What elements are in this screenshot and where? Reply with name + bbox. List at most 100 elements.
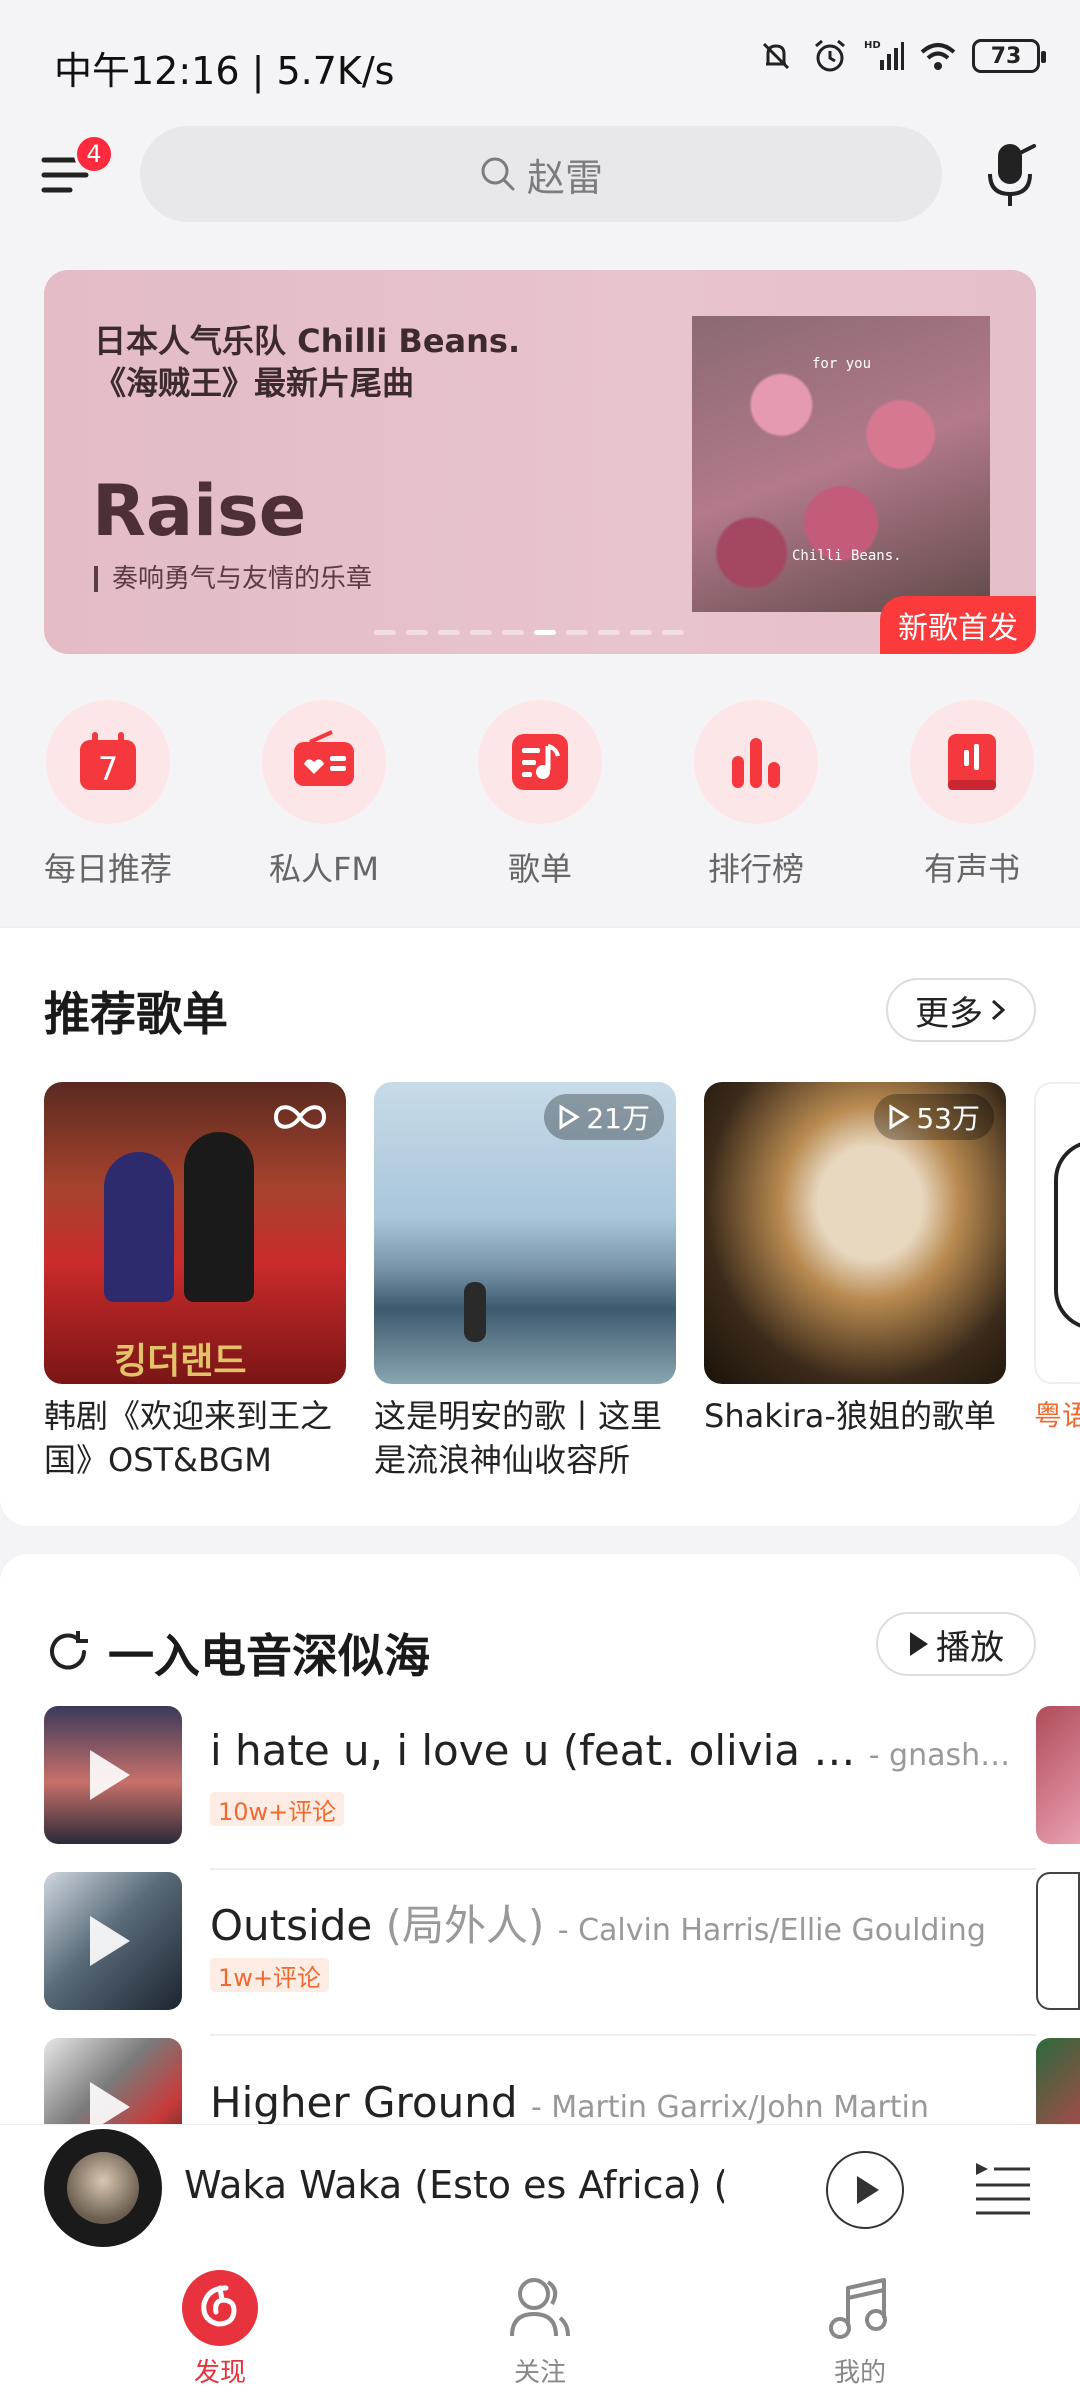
nav-label: 我的: [833, 2358, 886, 2388]
now-playing-title: Waka Waka (Esto es Africa) (…: [184, 2163, 724, 2207]
banner-tag: 新歌首发: [880, 596, 1036, 654]
calendar-day: 7: [98, 750, 118, 788]
alarm-icon: [815, 39, 845, 72]
song-alias: (局外人): [385, 1901, 545, 1950]
play-icon: [857, 2176, 879, 2204]
playlist-cover: [1034, 1082, 1080, 1384]
playlist-cover: 21万: [374, 1082, 676, 1384]
quick-entry-label: 歌单: [507, 850, 572, 888]
calendar-icon: 7: [80, 732, 136, 790]
playlist-carousel: 킹더랜드 韩剧《欢迎来到王之国》OST&BGM 21万 这是明安的歌丨这里是流浪…: [44, 1082, 1080, 1482]
recommend-section: 推荐歌单 更多 킹더랜드 韩剧《欢迎来到王之国》OST&BGM 21万 这是明安…: [0, 926, 1080, 1526]
quick-entry-label: 私人FM: [268, 850, 380, 888]
status-icons: HD 73: [756, 36, 1046, 76]
play-pause-button[interactable]: [826, 2151, 904, 2229]
play-count-value: 21万: [586, 1102, 650, 1135]
more-label: 更多: [915, 993, 983, 1034]
play-count: 53万: [874, 1094, 994, 1140]
album-art: [67, 2152, 139, 2224]
quick-entry-daily[interactable]: 7 每日推荐: [40, 700, 176, 890]
banner-cover-image: for you Chilli Beans.: [692, 316, 990, 612]
more-button[interactable]: 更多: [886, 978, 1036, 1042]
discover-icon: [182, 2270, 258, 2346]
playlist-card[interactable]: 53万 Shakira-狼姐的歌单: [704, 1082, 1006, 1482]
play-icon: [889, 1104, 911, 1130]
comment-tag: 1w+评论: [210, 1958, 330, 1992]
banner-carousel[interactable]: 日本人气乐队 Chilli Beans. 《海贼王》最新片尾曲 Raise 奏响…: [44, 270, 1036, 654]
song-name: i hate u, i love u (feat. olivia …: [210, 1726, 856, 1775]
refresh-icon[interactable]: [44, 1628, 92, 1676]
play-count: 21万: [544, 1094, 664, 1140]
play-count-value: 53万: [916, 1102, 980, 1135]
playlist-card[interactable]: 粤语舞: [1034, 1082, 1080, 1482]
banner-title: Raise: [92, 470, 307, 552]
now-playing-disc[interactable]: [44, 2129, 162, 2247]
svg-text:HD: HD: [864, 40, 881, 51]
playlist-name-partial: 粤语舞: [1034, 1399, 1080, 1432]
song-name: Outside: [210, 1901, 373, 1950]
nav-mine[interactable]: 我的: [775, 2250, 945, 2400]
play-all-button[interactable]: 播放: [876, 1612, 1036, 1676]
playlist-name: 韩剧《欢迎来到王之国》OST&BGM: [44, 1397, 333, 1479]
play-icon: [910, 1632, 928, 1656]
cover-shape: [1054, 1140, 1080, 1330]
playlist-cover: 킹더랜드: [44, 1082, 346, 1384]
next-card-peek[interactable]: [1036, 1706, 1080, 1844]
song-artist: - gnash…: [868, 1738, 1011, 1773]
section-divider: [0, 926, 1080, 928]
quick-entry-audiobook[interactable]: 有声书: [904, 700, 1040, 890]
battery-icon: 73: [972, 39, 1046, 73]
row-divider: [210, 2034, 1036, 2036]
section-title: 推荐歌单: [44, 987, 228, 1041]
playlist-name: Shakira-狼姐的歌单: [704, 1397, 996, 1435]
bottom-nav: 发现 关注 我的: [0, 2250, 1080, 2400]
next-card-peek[interactable]: [1036, 1872, 1080, 2010]
mini-player[interactable]: Waka Waka (Esto es Africa) (…: [0, 2124, 1080, 2250]
search-placeholder: 赵雷: [526, 155, 603, 200]
play-icon: [559, 1104, 581, 1130]
quick-entry-label: 每日推荐: [43, 850, 172, 888]
search-input[interactable]: 赵雷: [140, 126, 942, 222]
cover-text-bottom: Chilli Beans.: [792, 548, 902, 564]
nav-label: 关注: [513, 2358, 566, 2388]
quick-entry-label: 有声书: [923, 850, 1020, 888]
song-artist: - Martin Garrix/John Martin: [530, 2090, 929, 2125]
audiobook-icon: [948, 734, 996, 790]
follow-icon: [510, 2278, 570, 2337]
song-name: Higher Ground: [210, 2078, 518, 2127]
section-title: 一入电音深似海: [108, 1629, 430, 1683]
song-title: i hate u, i love u (feat. olivia … - gna…: [210, 1726, 1010, 1775]
cover-logo-text: 킹더랜드: [114, 1341, 247, 1382]
cover-figure: [184, 1132, 254, 1302]
song-row[interactable]: Outside (局外人) - Calvin Harris/Ellie Goul…: [44, 1872, 1044, 2036]
song-cover: [44, 1872, 182, 2010]
playlist-card[interactable]: 킹더랜드 韩剧《欢迎来到王之国》OST&BGM: [44, 1082, 346, 1482]
status-time: 中午12:16 | 5.7K/s: [54, 49, 395, 93]
play-all-label: 播放: [936, 1627, 1004, 1668]
queue-icon[interactable]: [974, 2163, 1032, 2217]
banner-subtitle-line1: 日本人气乐队 Chilli Beans.: [94, 322, 521, 360]
cover-figure: [104, 1152, 174, 1302]
song-title: Outside (局外人) - Calvin Harris/Ellie Goul…: [210, 1892, 986, 1953]
loop-icon: [273, 1105, 327, 1129]
banner-subtitle-line2: 《海贼王》最新片尾曲: [94, 364, 415, 402]
playlist-cover: 53万: [704, 1082, 1006, 1384]
playlist-card[interactable]: 21万 这是明安的歌丨这里是流浪神仙收容所: [374, 1082, 676, 1482]
play-icon: [90, 1916, 130, 1966]
row-divider: [210, 1868, 1036, 1870]
quick-entry-playlist[interactable]: 歌单: [472, 700, 608, 890]
playlist-name: 粤语舞: [1034, 1394, 1080, 1438]
radio-icon: [294, 730, 354, 786]
quick-entry-fm[interactable]: 私人FM: [256, 700, 392, 890]
quick-entry-chart[interactable]: 排行榜: [688, 700, 824, 890]
nav-label: 发现: [193, 2358, 246, 2388]
song-row[interactable]: i hate u, i love u (feat. olivia … - gna…: [44, 1706, 1044, 1870]
nav-follow[interactable]: 关注: [455, 2250, 625, 2400]
voice-search-icon[interactable]: [980, 140, 1042, 210]
play-icon: [90, 1750, 130, 1800]
nav-discover[interactable]: 发现: [135, 2250, 305, 2400]
status-bar: 中午12:16 | 5.7K/s HD 73: [0, 0, 1080, 120]
menu-badge: 4: [74, 134, 114, 174]
music-note-icon: [829, 2278, 887, 2339]
banner-desc: 奏响勇气与友情的乐章: [94, 566, 372, 592]
